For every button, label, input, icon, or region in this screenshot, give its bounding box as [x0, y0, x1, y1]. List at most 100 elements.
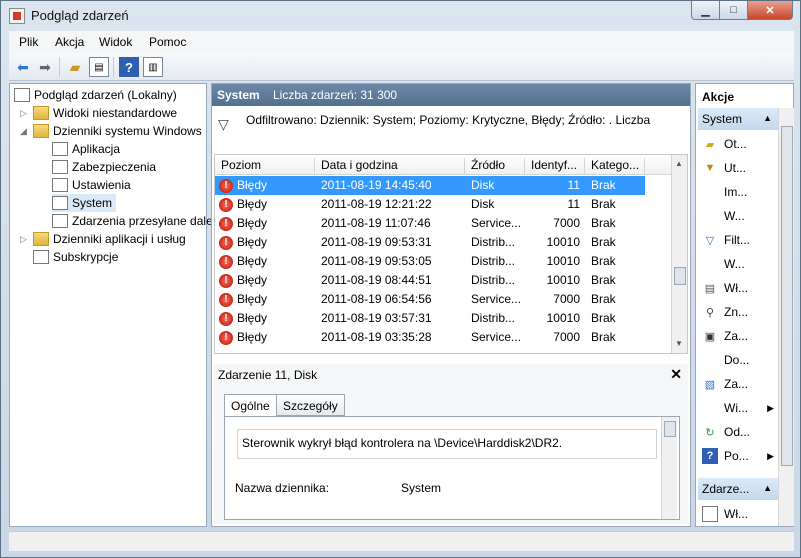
- tree-log-system[interactable]: System: [52, 194, 117, 212]
- action-item[interactable]: ↻ Od...: [698, 420, 778, 444]
- column-category[interactable]: Katego...: [585, 158, 645, 174]
- log-name-value: System: [401, 481, 442, 495]
- tab-general[interactable]: Ogólne: [224, 394, 277, 418]
- show-hide-tree-icon[interactable]: ▤: [89, 57, 109, 77]
- actions-section-event[interactable]: Zdarze... ▲: [698, 478, 778, 500]
- help-icon[interactable]: ?: [119, 57, 139, 77]
- event-id-cell: 10010: [546, 254, 580, 268]
- back-arrow-icon[interactable]: ⬅: [13, 57, 33, 77]
- actions-pane: Akcje System ▲ ▰ Ot... ▼ Ut... Im... W... ▽ Filt…: [695, 83, 794, 527]
- table-row[interactable]: ! Błędy 2011-08-19 08:44:51 Distrib... 10010…: [215, 271, 645, 290]
- column-source[interactable]: Źródło: [465, 158, 525, 174]
- category-cell: Brak: [591, 330, 616, 344]
- menu-file[interactable]: Plik: [19, 35, 38, 49]
- category-cell: Brak: [591, 292, 616, 306]
- actions-section-system[interactable]: System ▲: [698, 108, 778, 130]
- table-row[interactable]: ! Błędy 2011-08-19 03:57:31 Distrib... 10010…: [215, 309, 645, 328]
- collapse-section-icon[interactable]: ▲: [763, 113, 772, 123]
- action-item[interactable]: ⚲ Zn...: [698, 300, 778, 324]
- scroll-up-icon[interactable]: ▲: [675, 159, 683, 168]
- column-level[interactable]: Poziom: [215, 158, 315, 174]
- tree-custom-views[interactable]: ▷ Widoki niestandardowe: [20, 104, 177, 122]
- category-cell: Brak: [591, 311, 616, 325]
- tree-windows-logs[interactable]: ◢ Dzienniki systemu Windows: [20, 122, 202, 140]
- collapse-arrow-icon[interactable]: ◢: [20, 126, 30, 137]
- forward-arrow-icon[interactable]: ➡: [35, 57, 55, 77]
- table-row[interactable]: ! Błędy 2011-08-19 09:53:31 Distrib... 10010…: [215, 233, 645, 252]
- date-cell: 2011-08-19 06:54:56: [321, 292, 432, 306]
- center-pane: System Liczba zdarzeń: 31 300 ▽ Odfiltro…: [211, 83, 691, 527]
- blank-icon: [702, 184, 718, 200]
- show-hide-action-pane-icon[interactable]: ▥: [143, 57, 163, 77]
- collapse-section-icon[interactable]: ▲: [763, 483, 772, 493]
- grid-scroll-thumb[interactable]: [674, 267, 686, 285]
- expand-arrow-icon[interactable]: ▷: [20, 108, 30, 119]
- up-folder-icon[interactable]: ▰: [65, 57, 85, 77]
- tree-log-setup[interactable]: Ustawienia: [52, 176, 131, 194]
- table-row[interactable]: ! Błędy 2011-08-19 12:21:22 Disk 11 Brak: [215, 195, 645, 214]
- close-detail-icon[interactable]: ✕: [670, 366, 682, 383]
- date-cell: 2011-08-19 08:44:51: [321, 273, 432, 287]
- scroll-down-icon[interactable]: ▼: [675, 339, 683, 348]
- tab-details[interactable]: Szczegóły: [276, 394, 345, 416]
- filter-icon: ▽: [705, 234, 715, 247]
- detail-scroll-thumb[interactable]: [664, 421, 676, 437]
- detail-scrollbar[interactable]: [661, 417, 677, 519]
- tree-log-forwarded[interactable]: Zdarzenia przesyłane dale: [52, 212, 213, 230]
- category-cell: Brak: [591, 273, 616, 287]
- blank-icon: [702, 256, 718, 272]
- tree-root[interactable]: Podgląd zdarzeń (Lokalny): [14, 86, 177, 104]
- action-item[interactable]: Do...: [698, 348, 778, 372]
- event-viewer-icon: [9, 8, 25, 24]
- tree-log-security[interactable]: Zabezpieczenia: [52, 158, 156, 176]
- log-icon: [52, 178, 68, 192]
- table-row[interactable]: ! Błędy 2011-08-19 11:07:46 Service... 7000 B…: [215, 214, 645, 233]
- close-button[interactable]: ✕: [747, 1, 793, 20]
- window-title: Podgląd zdarzeń: [31, 8, 129, 23]
- folder-icon: [33, 124, 49, 138]
- table-row[interactable]: ! Błędy 2011-08-19 09:53:05 Distrib... 10010…: [215, 252, 645, 271]
- action-item[interactable]: ▼ Ut...: [698, 156, 778, 180]
- log-name-label: Nazwa dziennika:: [235, 481, 330, 495]
- status-bar: [9, 531, 794, 551]
- tree-log-application[interactable]: Aplikacja: [52, 140, 120, 158]
- table-row[interactable]: ! Błędy 2011-08-19 03:35:28 Service... 7000 B…: [215, 328, 645, 347]
- expand-arrow-icon[interactable]: ▷: [20, 234, 30, 245]
- table-row[interactable]: ! Błędy 2011-08-19 06:54:56 Service... 7000 B…: [215, 290, 645, 309]
- menu-help[interactable]: Pomoc: [149, 35, 186, 49]
- refresh-icon: ↻: [705, 426, 715, 439]
- action-item[interactable]: ▧ Za...: [698, 372, 778, 396]
- subscriptions-icon: [33, 250, 49, 264]
- action-item[interactable]: ▣ Za...: [698, 324, 778, 348]
- action-item[interactable]: ? Po... ▶: [698, 444, 778, 468]
- error-icon: !: [219, 197, 233, 212]
- action-item[interactable]: Im...: [698, 180, 778, 204]
- filter-text: Odfiltrowano: Dziennik: System; Poziomy:…: [246, 113, 651, 127]
- blank-icon: [702, 208, 718, 224]
- source-cell: Distrib...: [471, 254, 516, 268]
- action-item[interactable]: W...: [698, 204, 778, 228]
- source-cell: Distrib...: [471, 273, 516, 287]
- category-cell: Brak: [591, 178, 616, 192]
- event-detail-pane: Zdarzenie 11, Disk ✕ Ogólne Szczegóły St…: [214, 364, 688, 524]
- action-event-properties[interactable]: Wł...: [698, 502, 778, 526]
- date-cell: 2011-08-19 14:45:40: [321, 178, 432, 192]
- maximize-button[interactable]: □: [719, 1, 748, 20]
- actions-scrollbar[interactable]: [778, 108, 794, 526]
- category-cell: Brak: [591, 254, 616, 268]
- column-event-id[interactable]: Identyf...: [525, 158, 585, 174]
- table-row[interactable]: ! Błędy 2011-08-19 14:45:40 Disk 11 Brak: [215, 176, 645, 195]
- actions-scroll-thumb[interactable]: [781, 126, 793, 466]
- action-item[interactable]: ▽ Filt...: [698, 228, 778, 252]
- action-item[interactable]: W...: [698, 252, 778, 276]
- menu-action[interactable]: Akcja: [55, 35, 84, 49]
- minimize-button[interactable]: ▁: [691, 1, 720, 20]
- action-item[interactable]: ▰ Ot...: [698, 132, 778, 156]
- grid-scrollbar[interactable]: ▲ ▼: [671, 155, 687, 353]
- action-item[interactable]: ▤ Wł...: [698, 276, 778, 300]
- action-item[interactable]: Wi... ▶: [698, 396, 778, 420]
- menu-view[interactable]: Widok: [99, 35, 132, 49]
- column-date[interactable]: Data i godzina: [315, 158, 465, 174]
- tree-app-logs[interactable]: ▷ Dzienniki aplikacji i usług: [20, 230, 186, 248]
- tree-subscriptions[interactable]: Subskrypcje: [33, 248, 118, 266]
